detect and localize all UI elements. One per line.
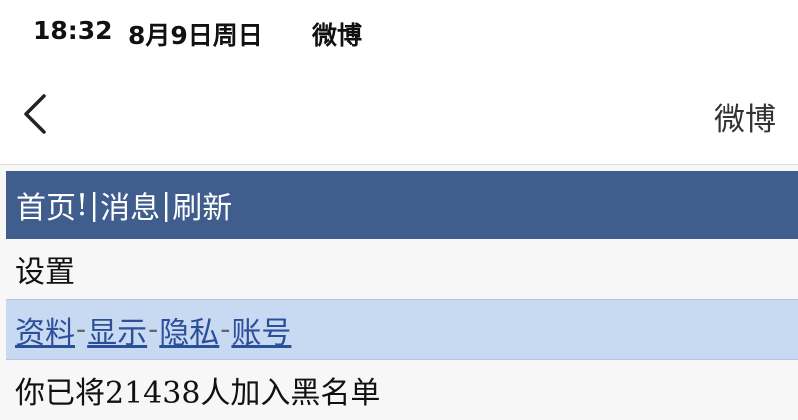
home-link[interactable]: 首页 <box>16 183 76 227</box>
chevron-left-icon <box>24 94 46 134</box>
settings-separator: - <box>220 312 231 347</box>
settings-separator: - <box>148 312 159 347</box>
menu-separator: | <box>161 187 172 223</box>
home-bang: ! <box>76 187 89 223</box>
settings-nav: 资料 - 显示 - 隐私 - 账号 <box>6 299 798 360</box>
status-app-name: 微博 <box>312 21 363 50</box>
back-button[interactable] <box>14 88 64 138</box>
page-content: 首页 ! | 消息 | 刷新 设置 资料 - 显示 - 隐私 - 账号 你已将2… <box>6 171 798 420</box>
messages-link[interactable]: 消息 <box>100 183 160 227</box>
account-link[interactable]: 账号 <box>231 308 291 352</box>
menu-separator: | <box>89 187 100 223</box>
status-bar: 18:32 8月9日周日 微博 <box>0 0 798 66</box>
settings-separator: - <box>76 312 87 347</box>
profile-link[interactable]: 资料 <box>15 308 75 352</box>
nav-title: 微博 <box>714 102 776 138</box>
refresh-link[interactable]: 刷新 <box>172 183 232 227</box>
settings-heading: 设置 <box>6 239 798 299</box>
status-date: 8月9日周日 <box>128 21 263 50</box>
privacy-link[interactable]: 隐私 <box>159 308 219 352</box>
nav-bar: 微博 <box>0 66 798 165</box>
status-time: 18:32 <box>33 16 113 45</box>
display-link[interactable]: 显示 <box>87 308 147 352</box>
top-menu: 首页 ! | 消息 | 刷新 <box>6 171 798 239</box>
blacklist-note: 你已将21438人加入黑名单 <box>6 360 798 420</box>
